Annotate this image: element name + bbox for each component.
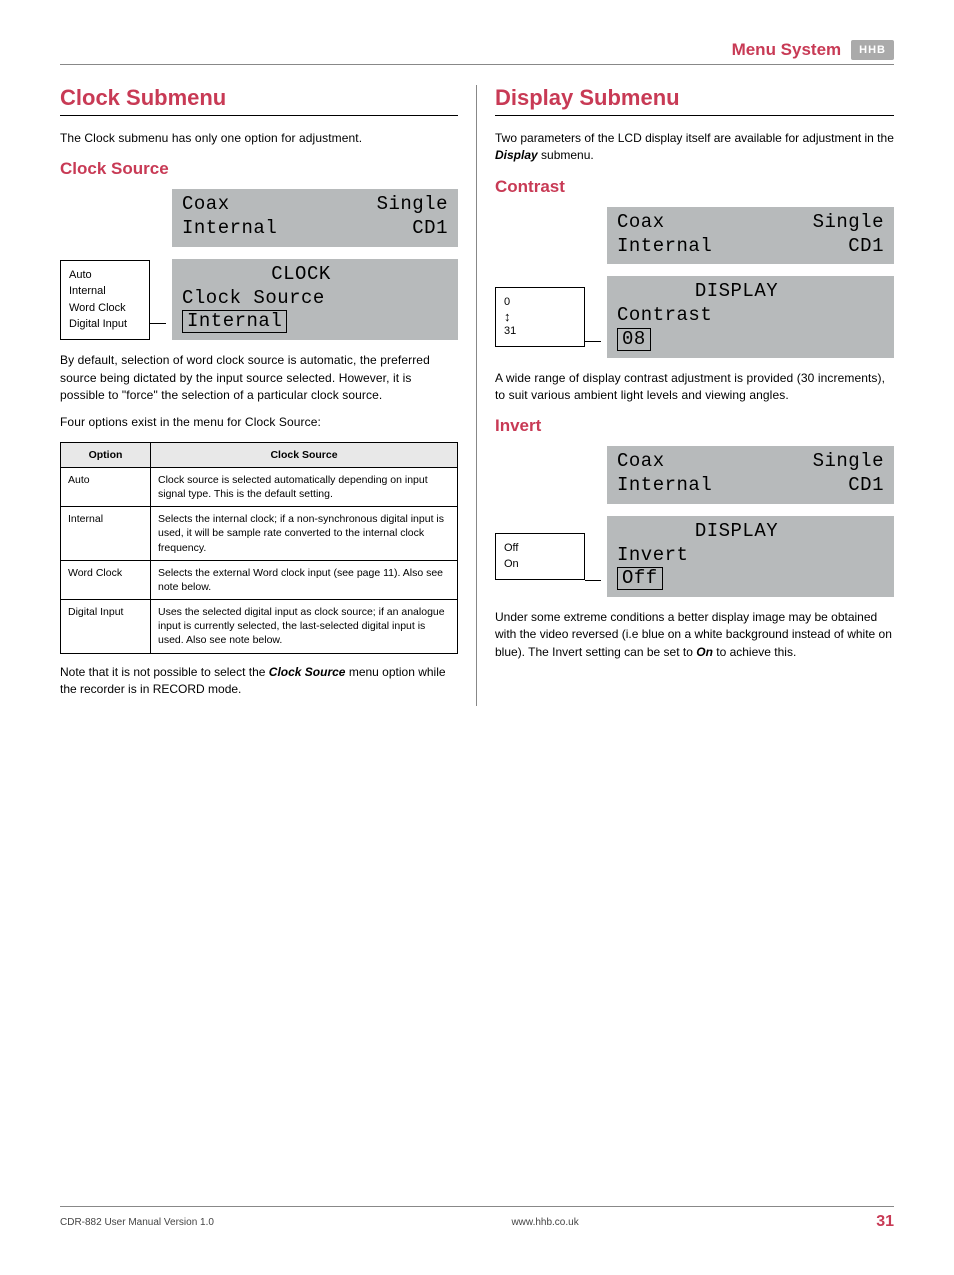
clock-lcd-bottom-group: Auto Internal Word Clock Digital Input C… [60,259,458,340]
brand-logo: HHB [851,40,894,60]
range-top: 0 [504,294,576,311]
lcd-text: CD1 [848,474,884,498]
clock-source-table: Option Clock Source AutoClock source is … [60,442,458,654]
table-row: InternalSelects the internal clock; if a… [61,507,458,561]
lcd-menu-title: CLOCK [182,263,420,287]
intro-text: submenu. [538,148,594,162]
lcd-text: Internal [617,235,712,259]
footer-center: www.hhb.co.uk [511,1217,578,1228]
clock-source-para2: Four options exist in the menu for Clock… [60,414,458,431]
clock-source-options: Auto Internal Word Clock Digital Input [60,260,150,340]
lcd-text: Single [377,193,448,217]
page-number: 31 [876,1213,894,1231]
display-submenu-intro: Two parameters of the LCD display itself… [495,130,894,165]
table-row: Digital InputUses the selected digital i… [61,600,458,654]
lcd-text: CD1 [412,217,448,241]
invert-lcd-top: Coax Single Internal CD1 [607,446,894,504]
table-head-desc: Clock Source [151,442,458,467]
note-bold: Clock Source [269,665,346,679]
intro-bold: Display [495,148,538,162]
clock-lcd-top-screen: Coax Single Internal CD1 [172,189,458,247]
page-footer: CDR-882 User Manual Version 1.0 www.hhb.… [60,1206,894,1231]
table-cell: Clock source is selected automatically d… [151,467,458,506]
lcd-text: Coax [617,211,665,235]
table-cell: Word Clock [61,560,151,599]
lcd-text: Single [813,211,884,235]
invert-lcd-top-screen: Coax Single Internal CD1 [607,446,894,504]
invert-desc: Under some extreme conditions a better d… [495,609,894,661]
lcd-text: Coax [182,193,230,217]
clock-source-title: Clock Source [60,159,458,179]
list-item: Word Clock [69,300,141,317]
lcd-text: Single [813,450,884,474]
lcd-param-label: Invert [617,544,884,568]
desc-bold: On [696,645,713,659]
connector-line [585,580,601,581]
contrast-lcd-bottom-group: 0 ↕ 31 DISPLAY Contrast 08 [495,276,894,357]
columns: Clock Submenu The Clock submenu has only… [60,85,894,706]
contrast-range: 0 ↕ 31 [495,287,585,347]
intro-text: Two parameters of the LCD display itself… [495,131,894,145]
table-cell: Selects the internal clock; if a non-syn… [151,507,458,561]
lcd-param-label: Clock Source [182,287,448,311]
table-cell: Uses the selected digital input as clock… [151,600,458,654]
contrast-lcd-bottom-screen: DISPLAY Contrast 08 [607,276,894,357]
desc-text: to achieve this. [713,645,796,659]
column-left: Clock Submenu The Clock submenu has only… [60,85,477,706]
lcd-selected-value: Internal [182,310,287,333]
table-cell: Digital Input [61,600,151,654]
table-row: AutoClock source is selected automatical… [61,467,458,506]
desc-text: Under some extreme conditions a better d… [495,610,892,659]
clock-source-note: Note that it is not possible to select t… [60,664,458,699]
clock-submenu-intro: The Clock submenu has only one option fo… [60,130,458,147]
lcd-text: Coax [617,450,665,474]
invert-options: Off On [495,533,585,580]
table-cell: Internal [61,507,151,561]
contrast-title: Contrast [495,177,894,197]
table-cell: Auto [61,467,151,506]
contrast-desc: A wide range of display contrast adjustm… [495,370,894,405]
table-row: Word ClockSelects the external Word cloc… [61,560,458,599]
invert-lcd-bottom-screen: DISPLAY Invert Off [607,516,894,597]
invert-lcd-bottom-group: Off On DISPLAY Invert Off [495,516,894,597]
invert-title: Invert [495,416,894,436]
list-item: Internal [69,283,141,300]
lcd-text: CD1 [848,235,884,259]
lcd-menu-title: DISPLAY [617,520,856,544]
page-header-title: Menu System [732,40,842,60]
table-head-option: Option [61,442,151,467]
page-header: Menu System HHB [60,40,894,65]
clock-submenu-title: Clock Submenu [60,85,458,116]
lcd-text: Internal [182,217,277,241]
connector-line [150,323,166,324]
display-submenu-title: Display Submenu [495,85,894,116]
lcd-selected-value: Off [617,567,663,590]
table-cell: Selects the external Word clock input (s… [151,560,458,599]
clock-source-para1: By default, selection of word clock sour… [60,352,458,404]
contrast-lcd-top: Coax Single Internal CD1 [607,207,894,265]
updown-arrow-icon: ↕ [504,310,576,323]
lcd-text: Internal [617,474,712,498]
list-item: On [504,556,576,573]
lcd-selected-value: 08 [617,328,651,351]
range-bottom: 31 [504,323,576,340]
lcd-menu-title: DISPLAY [617,280,856,304]
clock-lcd-bottom-screen: CLOCK Clock Source Internal [172,259,458,340]
list-item: Auto [69,267,141,284]
column-right: Display Submenu Two parameters of the LC… [477,85,894,706]
list-item: Digital Input [69,316,141,333]
lcd-param-label: Contrast [617,304,884,328]
contrast-lcd-top-screen: Coax Single Internal CD1 [607,207,894,265]
connector-line [585,341,601,342]
note-text: Note that it is not possible to select t… [60,665,269,679]
list-item: Off [504,540,576,557]
clock-lcd-top: Coax Single Internal CD1 [172,189,458,247]
footer-left: CDR-882 User Manual Version 1.0 [60,1217,214,1228]
